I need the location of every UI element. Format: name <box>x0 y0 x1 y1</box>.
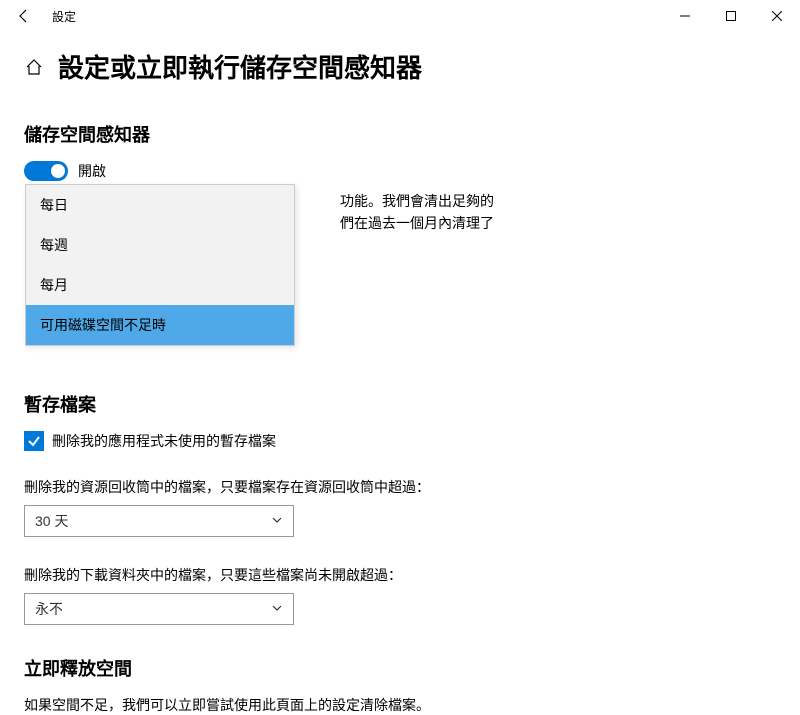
dropdown-item-daily[interactable]: 每日 <box>26 185 294 225</box>
storage-sense-heading: 儲存空間感知器 <box>24 121 776 147</box>
dropdown-item-low-disk[interactable]: 可用磁碟空間不足時 <box>26 305 294 345</box>
storage-sense-toggle[interactable] <box>24 161 68 181</box>
delete-temp-files-row: 刪除我的應用程式未使用的暫存檔案 <box>24 431 776 451</box>
recycle-bin-label: 刪除我的資源回收筒中的檔案，只要檔案存在資源回收筒中超過： <box>24 477 776 497</box>
chevron-down-icon <box>271 601 283 617</box>
titlebar: 設定 <box>0 0 800 32</box>
maximize-button[interactable] <box>708 0 754 32</box>
toggle-knob <box>51 164 65 178</box>
delete-temp-files-checkbox[interactable] <box>24 431 44 451</box>
free-now-heading: 立即釋放空間 <box>24 655 776 681</box>
storage-sense-toggle-row: 開啟 <box>24 161 776 181</box>
delete-temp-files-label: 刪除我的應用程式未使用的暫存檔案 <box>52 431 276 451</box>
minimize-button[interactable] <box>662 0 708 32</box>
back-button[interactable] <box>8 0 40 32</box>
chevron-down-icon <box>271 513 283 529</box>
close-button[interactable] <box>754 0 800 32</box>
recycle-bin-combo[interactable]: 30 天 <box>24 505 294 537</box>
window-title: 設定 <box>52 8 76 25</box>
recycle-bin-value: 30 天 <box>35 511 68 531</box>
window-controls <box>662 0 800 32</box>
page-header: 設定或立即執行儲存空間感知器 <box>24 48 776 85</box>
page-title: 設定或立即執行儲存空間感知器 <box>58 48 422 85</box>
run-frequency-dropdown[interactable]: 每日 每週 每月 可用磁碟空間不足時 <box>25 184 295 346</box>
home-icon[interactable] <box>24 57 44 77</box>
downloads-value: 永不 <box>35 599 63 619</box>
dropdown-item-weekly[interactable]: 每週 <box>26 225 294 265</box>
downloads-label: 刪除我的下載資料夾中的檔案，只要這些檔案尚未開啟超過： <box>24 565 776 585</box>
dropdown-item-monthly[interactable]: 每月 <box>26 265 294 305</box>
free-now-description: 如果空間不足，我們可以立即嘗試使用此頁面上的設定清除檔案。 <box>24 695 776 715</box>
storage-sense-toggle-label: 開啟 <box>78 161 106 181</box>
downloads-combo[interactable]: 永不 <box>24 593 294 625</box>
temp-files-heading: 暫存檔案 <box>24 391 776 417</box>
